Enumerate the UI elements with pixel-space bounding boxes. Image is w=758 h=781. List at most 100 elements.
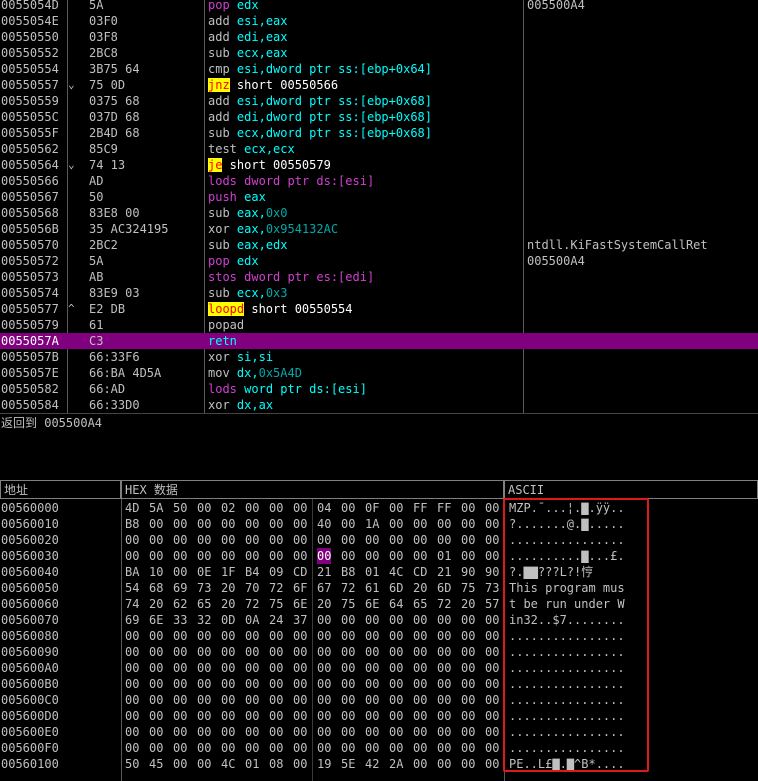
hex-byte[interactable]: 90 [485,564,499,580]
hex-byte[interactable]: 00 [125,708,139,724]
hex-byte[interactable]: 00 [245,516,259,532]
hex-byte[interactable]: 00 [365,628,379,644]
hex-byte[interactable]: 4C [389,564,403,580]
hex-byte[interactable]: 00 [221,740,235,756]
hex-byte[interactable]: 00 [149,740,163,756]
hex-byte[interactable]: 65 [413,596,427,612]
hex-byte[interactable]: 00 [389,548,403,564]
hex-byte[interactable]: 00 [485,516,499,532]
hex-byte[interactable]: 00 [317,676,331,692]
hex-byte[interactable]: 00 [173,708,187,724]
hex-byte[interactable]: 20 [149,596,163,612]
hex-byte[interactable]: 00 [317,628,331,644]
hex-byte[interactable]: 00 [437,740,451,756]
hex-byte[interactable]: 6E [293,596,307,612]
hex-byte[interactable]: 00 [389,516,403,532]
hex-byte[interactable]: 00 [341,644,355,660]
dump-header-hex[interactable]: HEX 数据 [121,480,504,499]
hex-byte[interactable]: 00 [365,532,379,548]
hex-byte[interactable]: B8 [341,564,355,580]
hex-byte[interactable]: 00 [437,532,451,548]
hex-byte[interactable]: 64 [389,596,403,612]
hex-byte[interactable]: 00 [293,676,307,692]
hex-byte[interactable]: 00 [341,612,355,628]
hex-byte[interactable]: 6F [293,580,307,596]
hex-byte[interactable]: 00 [437,676,451,692]
hex-byte[interactable]: 00 [413,660,427,676]
hex-byte[interactable]: 00 [485,532,499,548]
hex-byte[interactable]: 00 [485,660,499,676]
hex-byte[interactable]: 00 [269,740,283,756]
hex-byte[interactable]: 00 [437,516,451,532]
hex-byte[interactable]: 00 [485,708,499,724]
hex-byte[interactable]: 00 [125,660,139,676]
hex-byte[interactable]: 00 [245,500,259,516]
hex-byte[interactable]: 00 [221,628,235,644]
hex-byte[interactable]: 00 [197,692,211,708]
disasm-row[interactable]: 00550579 61 popad [0,317,758,333]
hex-byte[interactable]: 00 [341,724,355,740]
hex-byte[interactable]: 00 [461,500,475,516]
disasm-row[interactable]: 00550574 83E9 03 sub ecx,0x3 [0,285,758,301]
hex-byte[interactable]: 00 [269,708,283,724]
hex-byte[interactable]: 00 [437,692,451,708]
hex-byte[interactable]: 00 [245,724,259,740]
hex-byte[interactable]: 20 [413,580,427,596]
hex-byte[interactable]: 00 [293,724,307,740]
hex-byte[interactable]: 00 [269,724,283,740]
hex-byte[interactable]: 00 [413,644,427,660]
hex-byte[interactable]: 00 [389,740,403,756]
hex-byte[interactable]: 00 [437,612,451,628]
hex-byte[interactable]: 20 [221,596,235,612]
hex-byte[interactable]: 00 [197,516,211,532]
hex-byte[interactable]: 72 [269,580,283,596]
hex-byte[interactable]: 00 [149,692,163,708]
hex-byte[interactable]: 00 [173,548,187,564]
hex-byte[interactable]: 6D [389,580,403,596]
hex-byte[interactable]: 21 [317,564,331,580]
hex-byte[interactable]: 08 [269,756,283,772]
hex-byte[interactable]: 00 [317,692,331,708]
hex-byte[interactable]: 00 [365,644,379,660]
hex-byte[interactable]: 40 [317,516,331,532]
hex-byte[interactable]: B4 [245,564,259,580]
hex-byte[interactable]: 2A [389,756,403,772]
hex-byte[interactable]: 00 [413,628,427,644]
disasm-row[interactable]: 00550573 AB stos dword ptr es:[edi] [0,269,758,285]
hex-byte[interactable]: 00 [485,628,499,644]
hex-byte[interactable]: 00 [173,660,187,676]
hex-byte[interactable]: 00 [317,644,331,660]
hex-byte[interactable]: 00 [413,724,427,740]
hex-byte[interactable]: 00 [389,676,403,692]
hex-byte[interactable]: 00 [197,708,211,724]
hex-byte[interactable]: 72 [245,596,259,612]
hex-byte[interactable]: 00 [485,724,499,740]
hex-byte[interactable]: 00 [197,756,211,772]
hex-byte[interactable]: 00 [149,548,163,564]
hex-byte[interactable]: 00 [293,548,307,564]
hex-byte[interactable]: 68 [149,580,163,596]
disasm-row[interactable]: 00550582 66:AD lods word ptr ds:[esi] [0,381,758,397]
disasm-row[interactable]: 0055056B 35 AC324195 xor eax,0x954132AC [0,221,758,237]
hex-byte[interactable]: 00 [365,740,379,756]
hex-byte[interactable]: 00 [341,692,355,708]
hex-byte[interactable]: 19 [317,756,331,772]
hex-byte[interactable]: 00 [245,644,259,660]
disasm-row[interactable]: 00550584 66:33D0 xor dx,ax [0,397,758,413]
hex-byte[interactable]: 20 [461,596,475,612]
hex-byte[interactable]: 00 [437,644,451,660]
disasm-row[interactable]: 00550568 83E8 00 sub eax,0x0 [0,205,758,221]
hex-byte[interactable]: 00 [221,676,235,692]
hex-byte[interactable]: 00 [341,532,355,548]
hex-byte[interactable]: 00 [125,740,139,756]
hex-byte[interactable]: 5E [341,756,355,772]
hex-byte[interactable]: 00 [221,548,235,564]
hex-byte[interactable]: 00 [245,740,259,756]
disasm-row[interactable]: 00550572 5A pop edx 005500A4 [0,253,758,269]
hex-byte[interactable]: 00 [365,676,379,692]
hex-byte[interactable]: CD [293,564,307,580]
hex-byte[interactable]: 4C [221,756,235,772]
hex-byte[interactable]: 00 [413,740,427,756]
hex-byte[interactable]: 00 [365,548,379,564]
hex-byte[interactable]: 00 [269,628,283,644]
